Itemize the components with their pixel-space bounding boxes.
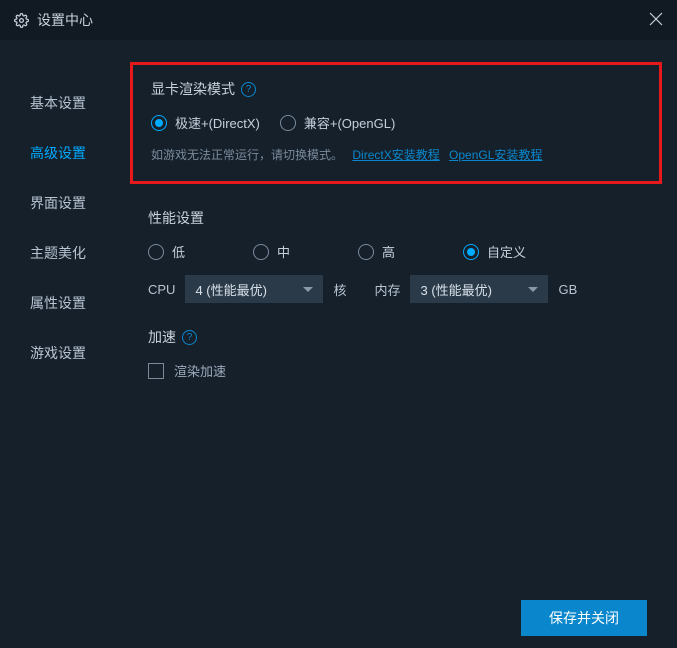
- radio-label: 极速+(DirectX): [175, 113, 260, 132]
- link-opengl-tutorial[interactable]: OpenGL安装教程: [449, 148, 542, 162]
- close-icon[interactable]: [649, 12, 663, 29]
- performance-section: 性能设置 低 中 高 自定义: [130, 208, 662, 303]
- radio-label: 高: [382, 242, 395, 261]
- radio-label: 中: [277, 242, 290, 261]
- link-directx-tutorial[interactable]: DirectX安装教程: [352, 148, 439, 162]
- radio-low[interactable]: 低: [148, 242, 253, 261]
- render-hint: 如游戏无法正常运行，请切换模式。 DirectX安装教程 OpenGL安装教程: [151, 146, 641, 163]
- sidebar-item-label: 属性设置: [30, 293, 86, 313]
- radio-circle-icon: [253, 244, 269, 260]
- accel-title: 加速 ?: [148, 327, 662, 347]
- render-title: 显卡渲染模式 ?: [151, 79, 641, 99]
- radio-circle-icon: [151, 115, 167, 131]
- help-icon[interactable]: ?: [241, 82, 256, 97]
- radio-label: 低: [172, 242, 185, 261]
- select-value: 4 (性能最优): [195, 280, 267, 299]
- sidebar-item-basic[interactable]: 基本设置: [0, 78, 130, 128]
- radio-label: 兼容+(OpenGL): [304, 113, 395, 132]
- section-title-text: 显卡渲染模式: [151, 79, 235, 99]
- core-label: 核: [333, 280, 346, 299]
- gear-icon: [14, 13, 29, 28]
- window-title: 设置中心: [37, 10, 649, 30]
- checkbox-label: 渲染加速: [174, 361, 226, 380]
- titlebar: 设置中心: [0, 0, 677, 40]
- sidebar-item-label: 高级设置: [30, 143, 86, 163]
- checkbox-render-accel[interactable]: [148, 363, 164, 379]
- sidebar-item-label: 主题美化: [30, 243, 86, 263]
- cpu-label: CPU: [148, 282, 175, 297]
- sidebar-item-label: 基本设置: [30, 93, 86, 113]
- save-close-button[interactable]: 保存并关闭: [521, 600, 647, 636]
- sidebar-item-label: 游戏设置: [30, 343, 86, 363]
- chevron-down-icon: [303, 287, 313, 292]
- sidebar-item-game[interactable]: 游戏设置: [0, 328, 130, 378]
- radio-circle-icon: [280, 115, 296, 131]
- hint-text: 如游戏无法正常运行，请切换模式。: [151, 148, 343, 162]
- radio-custom[interactable]: 自定义: [463, 242, 568, 261]
- help-icon[interactable]: ?: [182, 330, 197, 345]
- radio-mid[interactable]: 中: [253, 242, 358, 261]
- chevron-down-icon: [528, 287, 538, 292]
- sidebar-item-label: 界面设置: [30, 193, 86, 213]
- radio-high[interactable]: 高: [358, 242, 463, 261]
- section-title-text: 加速: [148, 327, 176, 347]
- radio-circle-icon: [463, 244, 479, 260]
- sidebar: 基本设置 高级设置 界面设置 主题美化 属性设置 游戏设置: [0, 40, 130, 588]
- sidebar-item-advanced[interactable]: 高级设置: [0, 128, 130, 178]
- section-title-text: 性能设置: [148, 208, 204, 228]
- content: 显卡渲染模式 ? 极速+(DirectX) 兼容+(OpenGL) 如游戏无法正…: [130, 40, 677, 588]
- gb-label: GB: [558, 282, 577, 297]
- sidebar-item-theme[interactable]: 主题美化: [0, 228, 130, 278]
- radio-circle-icon: [358, 244, 374, 260]
- accel-section: 加速 ? 渲染加速: [130, 327, 662, 380]
- mem-label: 内存: [374, 280, 400, 299]
- cpu-select[interactable]: 4 (性能最优): [185, 275, 323, 303]
- footer: 保存并关闭: [0, 588, 677, 648]
- sidebar-item-property[interactable]: 属性设置: [0, 278, 130, 328]
- sidebar-item-interface[interactable]: 界面设置: [0, 178, 130, 228]
- radio-opengl[interactable]: 兼容+(OpenGL): [280, 113, 395, 132]
- radio-directx[interactable]: 极速+(DirectX): [151, 113, 260, 132]
- radio-label: 自定义: [487, 242, 526, 261]
- select-value: 3 (性能最优): [420, 280, 492, 299]
- perf-title: 性能设置: [148, 208, 662, 228]
- mem-select[interactable]: 3 (性能最优): [410, 275, 548, 303]
- render-mode-section: 显卡渲染模式 ? 极速+(DirectX) 兼容+(OpenGL) 如游戏无法正…: [130, 62, 662, 184]
- radio-circle-icon: [148, 244, 164, 260]
